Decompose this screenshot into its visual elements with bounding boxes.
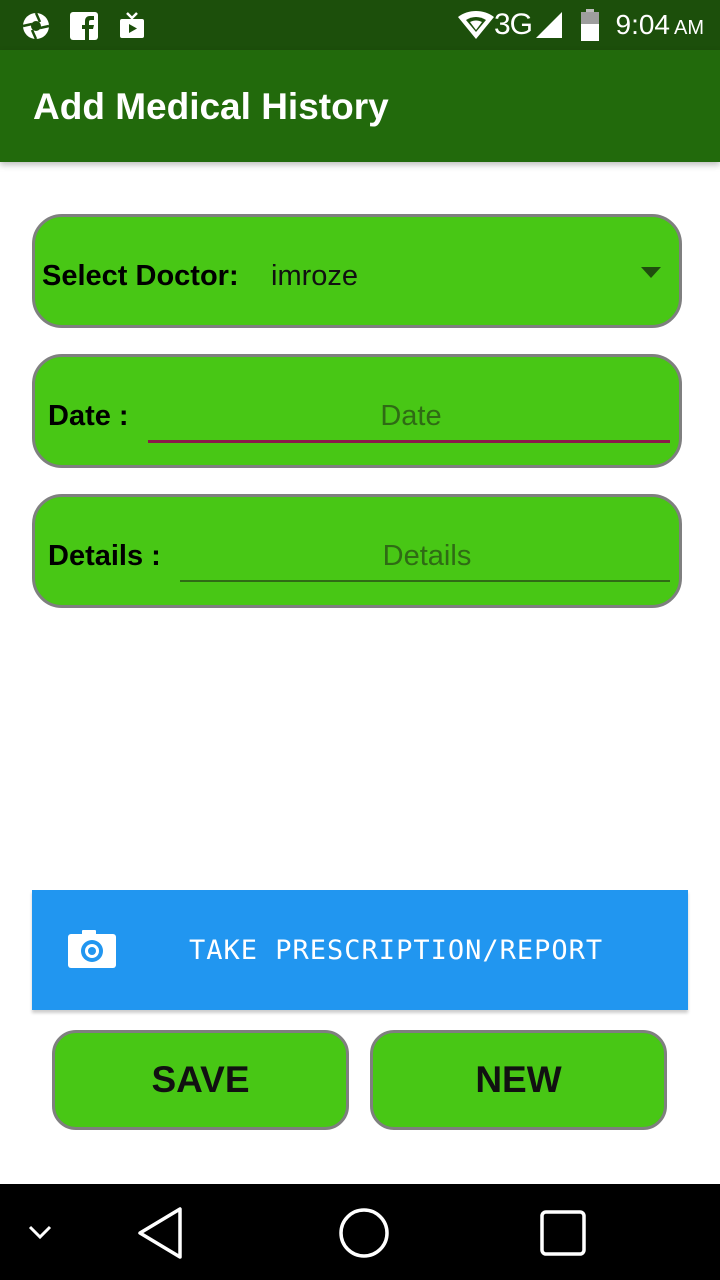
wifi-icon bbox=[458, 11, 494, 39]
details-input[interactable] bbox=[180, 531, 674, 581]
dropdown-arrow-icon[interactable] bbox=[641, 267, 661, 278]
media-icon bbox=[120, 12, 144, 38]
date-label: Date : bbox=[48, 400, 129, 432]
doctor-select-label: Select Doctor: bbox=[42, 260, 239, 292]
back-icon[interactable] bbox=[136, 1206, 184, 1260]
app-bar: Add Medical History bbox=[0, 50, 720, 162]
details-card: Details : bbox=[32, 494, 682, 608]
facebook-icon bbox=[70, 12, 98, 40]
page-title: Add Medical History bbox=[33, 86, 389, 127]
battery-icon bbox=[581, 9, 599, 41]
network-type-label: 3G bbox=[494, 8, 533, 41]
details-input-underline bbox=[180, 580, 670, 582]
status-bar: 3G 9:04 AM bbox=[0, 0, 720, 50]
recents-icon[interactable] bbox=[538, 1208, 588, 1258]
doctor-select-value[interactable]: imroze bbox=[271, 260, 358, 293]
chevron-down-icon[interactable] bbox=[28, 1224, 52, 1240]
take-prescription-label: TAKE PRESCRIPTION/REPORT bbox=[189, 935, 604, 966]
signal-icon bbox=[536, 12, 562, 38]
navigation-bar bbox=[0, 1184, 720, 1280]
time-value: 9:04 bbox=[615, 9, 671, 40]
save-button[interactable]: SAVE bbox=[52, 1030, 349, 1130]
date-card: Date : bbox=[32, 354, 682, 468]
time-ampm: AM bbox=[674, 17, 704, 39]
status-time: 9:04 AM bbox=[616, 9, 705, 41]
aperture-icon bbox=[22, 12, 50, 40]
home-icon[interactable] bbox=[337, 1206, 391, 1260]
new-button[interactable]: NEW bbox=[370, 1030, 667, 1130]
camera-icon bbox=[68, 930, 116, 968]
take-prescription-button[interactable]: TAKE PRESCRIPTION/REPORT bbox=[32, 890, 688, 1010]
date-input[interactable] bbox=[148, 391, 674, 441]
doctor-select-card[interactable]: Select Doctor: imroze bbox=[32, 214, 682, 328]
date-input-underline bbox=[148, 440, 670, 443]
details-label: Details : bbox=[48, 540, 161, 572]
